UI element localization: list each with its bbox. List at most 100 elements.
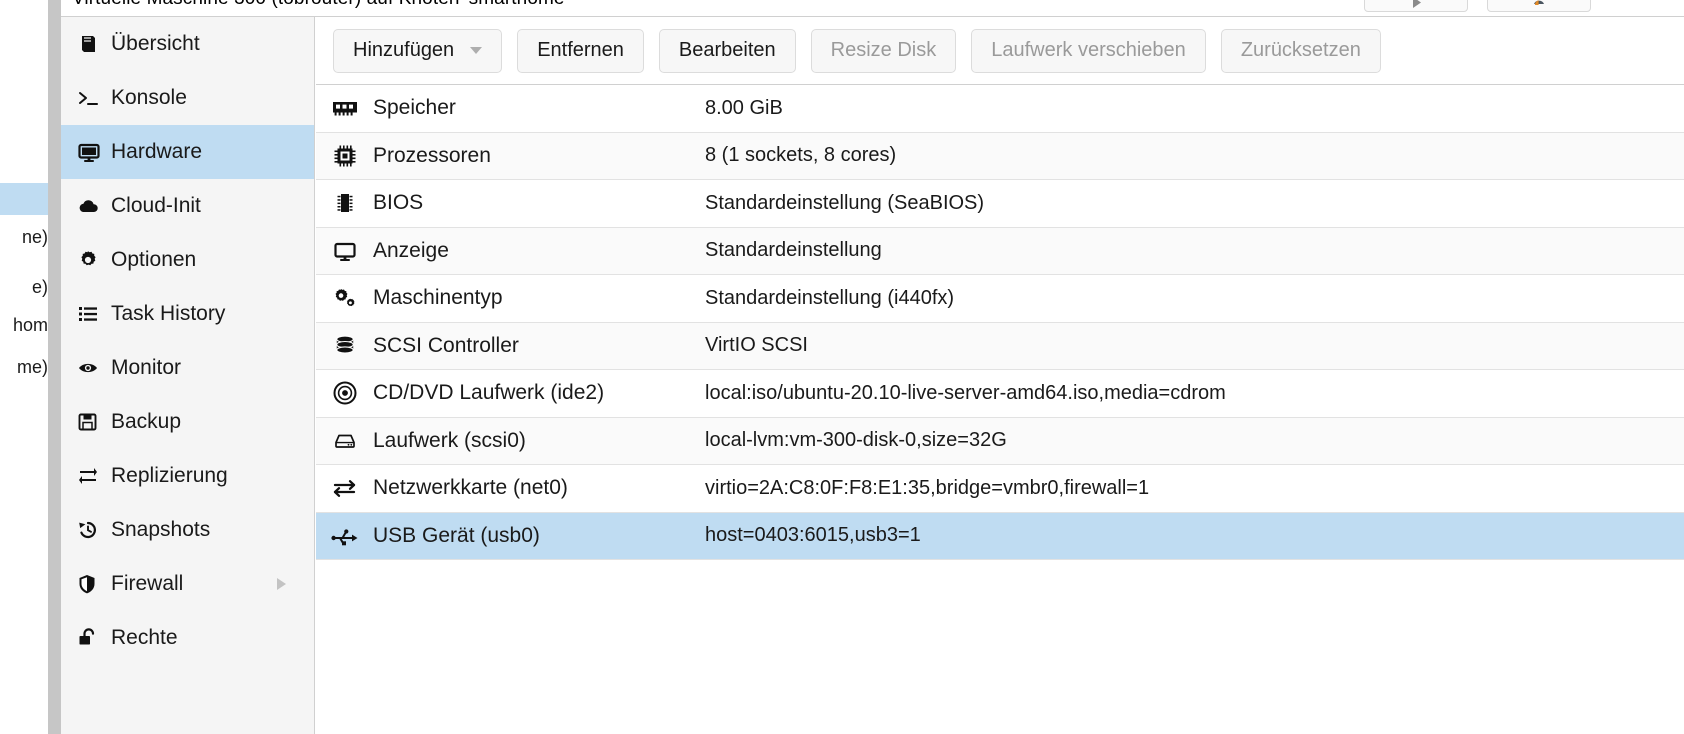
table-row[interactable]: Maschinentyp Standardeinstellung (i440fx… [316,275,1684,323]
table-cell-key: Maschinentyp [373,286,705,310]
edit-button-label: Bearbeiten [679,39,776,62]
sidebar-item-cloud-init[interactable]: Cloud-Init [61,179,314,233]
table-cell-key: SCSI Controller [373,334,705,358]
vm-navigation-sidebar: Übersicht Konsole Hardware Cloud-Init Op [61,17,315,734]
sidebar-item-label: Übersicht [107,32,200,56]
table-cell-value: virtio=2A:C8:0F:F8:E1:35,bridge=vmbr0,fi… [705,477,1149,500]
table-row[interactable]: USB Gerät (usb0) host=0403:6015,usb3=1 [316,513,1684,561]
table-cell-key: CD/DVD Laufwerk (ide2) [373,381,705,405]
background-tree-fragment: me) [0,358,48,376]
background-tree-selected-row [0,183,48,215]
table-cell-value: VirtIO SCSI [705,334,808,357]
monitor-icon [77,141,107,163]
revert-button: Zurücksetzen [1221,29,1381,73]
table-cell-key: Laufwerk (scsi0) [373,429,705,453]
unlock-icon [77,627,107,649]
cloud-icon [77,195,107,217]
sidebar-item-label: Firewall [107,572,183,596]
table-row[interactable]: BIOS Standardeinstellung (SeaBIOS) [316,180,1684,228]
resize-disk-button-label: Resize Disk [831,39,937,62]
move-disk-button-label: Laufwerk verschieben [991,39,1186,62]
memory-icon [316,99,373,117]
sidebar-item-backup[interactable]: Backup [61,395,314,449]
add-button[interactable]: Hinzufügen [333,29,502,73]
sidebar-item-hardware[interactable]: Hardware [61,125,314,179]
table-row[interactable]: Prozessoren 8 (1 sockets, 8 cores) [316,133,1684,181]
background-resource-tree: ne) e) hom me) [0,0,48,734]
table-row[interactable]: Laufwerk (scsi0) local-lvm:vm-300-disk-0… [316,418,1684,466]
play-icon [1410,0,1423,9]
table-row[interactable]: Speicher 8.00 GiB [316,85,1684,133]
table-row[interactable]: CD/DVD Laufwerk (ide2) local:iso/ubuntu-… [316,370,1684,418]
cogs-icon [316,286,373,310]
sidebar-item-task-history[interactable]: Task History [61,287,314,341]
table-cell-key: Speicher [373,96,705,120]
shutdown-button[interactable] [1487,0,1591,12]
refresh-icon [77,465,107,487]
floppy-icon [77,411,107,433]
cdrom-icon [316,380,373,406]
window-left-edge [48,0,61,734]
usb-icon [316,526,373,546]
sidebar-item-label: Monitor [107,356,181,380]
table-cell-key: USB Gerät (usb0) [373,524,705,548]
table-cell-value: Standardeinstellung (i440fx) [705,287,954,310]
sidebar-item-firewall[interactable]: Firewall [61,557,314,611]
table-cell-value: host=0403:6015,usb3=1 [705,524,921,547]
page-title: Virtuelle Maschine 300 (tobrouter) auf K… [72,0,568,10]
sidebar-item-uebersicht[interactable]: Übersicht [61,17,314,71]
sidebar-item-label: Hardware [107,140,202,164]
table-cell-value: 8.00 GiB [705,97,783,120]
background-tree-fragment: e) [0,278,48,296]
edit-button[interactable]: Bearbeiten [659,29,796,73]
remove-button-label: Entfernen [537,39,624,62]
table-row[interactable]: Anzeige Standardeinstellung [316,228,1684,276]
power-icon [1532,0,1546,9]
sidebar-item-label: Rechte [107,626,178,650]
table-cell-value: local-lvm:vm-300-disk-0,size=32G [705,429,1007,452]
gear-icon [77,249,107,271]
table-cell-key: BIOS [373,191,705,215]
background-tree-fragment: hom [0,316,48,334]
sidebar-item-snapshots[interactable]: Snapshots [61,503,314,557]
table-cell-value: Standardeinstellung (SeaBIOS) [705,192,984,215]
table-row[interactable]: SCSI Controller VirtIO SCSI [316,323,1684,371]
chevron-right-icon [277,578,286,590]
sidebar-item-rechte[interactable]: Rechte [61,611,314,665]
start-button[interactable] [1364,0,1468,12]
sidebar-item-optionen[interactable]: Optionen [61,233,314,287]
harddisk-icon [316,431,373,451]
sidebar-item-konsole[interactable]: Konsole [61,71,314,125]
history-icon [77,519,107,541]
resize-disk-button: Resize Disk [811,29,957,73]
sidebar-item-label: Konsole [107,86,187,110]
shield-icon [77,573,107,595]
terminal-icon [77,87,107,109]
list-icon [77,303,107,325]
sidebar-item-label: Task History [107,302,225,326]
remove-button[interactable]: Entfernen [517,29,644,73]
sidebar-item-monitor[interactable]: Monitor [61,341,314,395]
sidebar-item-label: Cloud-Init [107,194,201,218]
move-disk-button: Laufwerk verschieben [971,29,1206,73]
add-button-label: Hinzufügen [353,39,454,62]
table-cell-value: Standardeinstellung [705,239,882,262]
database-icon [316,334,373,358]
hardware-table: Speicher 8.00 GiB [316,85,1684,560]
sidebar-item-replizierung[interactable]: Replizierung [61,449,314,503]
revert-button-label: Zurücksetzen [1241,39,1361,62]
hardware-panel: Hinzufügen Entfernen Bearbeiten Resize D… [316,17,1684,734]
chevron-down-icon [470,47,482,54]
sidebar-item-label: Snapshots [107,518,210,542]
sidebar-item-label: Optionen [107,248,196,272]
book-icon [77,33,107,55]
display-icon [316,240,373,262]
chip-icon [316,191,373,215]
sidebar-item-label: Backup [107,410,181,434]
table-cell-key: Prozessoren [373,144,705,168]
sidebar-item-label: Replizierung [107,464,228,488]
table-cell-key: Anzeige [373,239,705,263]
eye-icon [77,357,107,379]
table-row[interactable]: Netzwerkkarte (net0) virtio=2A:C8:0F:F8:… [316,465,1684,513]
table-cell-key: Netzwerkkarte (net0) [373,476,705,500]
